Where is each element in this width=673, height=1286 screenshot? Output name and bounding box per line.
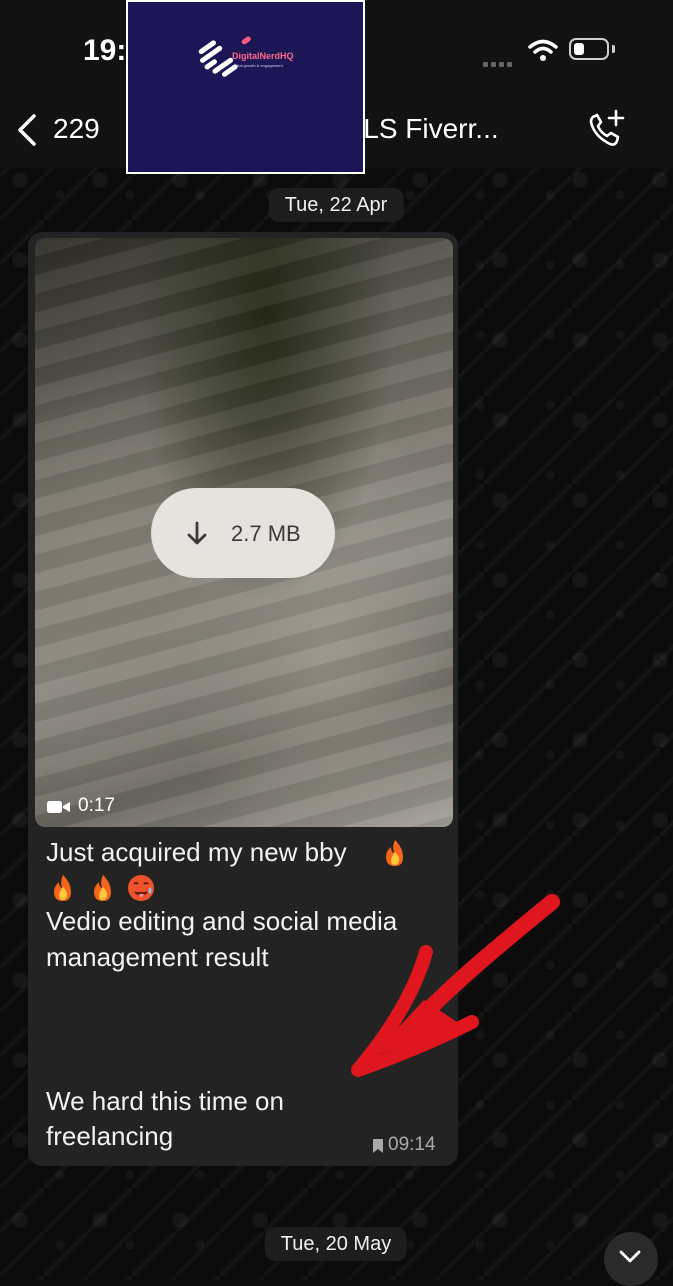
download-arrow-icon — [187, 521, 207, 545]
status-time: 19: — [83, 34, 127, 67]
date-separator: Tue, 22 Apr — [268, 188, 404, 222]
video-file-size: 2.7 MB — [231, 521, 301, 546]
fire-emoji-icon — [54, 875, 71, 901]
cellular-signal-icon — [483, 54, 517, 67]
wifi-icon — [528, 39, 558, 61]
back-chevron-icon[interactable] — [14, 113, 40, 147]
battery-tip — [612, 45, 615, 53]
date-separator: Tue, 20 May — [264, 1227, 408, 1261]
battery-icon — [569, 38, 609, 60]
chevron-down-icon — [619, 1250, 641, 1263]
video-camera-icon — [47, 801, 70, 813]
message-text-line: management result — [46, 942, 269, 972]
message-text-line: We hard this time on — [46, 1086, 284, 1116]
overlay-logo-panel — [126, 0, 365, 174]
message-text-line: freelancing — [46, 1121, 174, 1151]
add-call-icon[interactable] — [586, 108, 628, 150]
video-duration: 0:17 — [78, 795, 115, 816]
fire-emoji-icon — [386, 840, 403, 866]
brand-tagline: digital growth & engagement — [232, 63, 283, 68]
hot-face-emoji-icon — [128, 875, 154, 901]
bookmark-icon — [373, 1139, 383, 1153]
message-timestamp: 09:14 — [388, 1134, 436, 1155]
annotation-arrow-icon — [351, 894, 560, 1077]
fire-emoji-icon — [94, 875, 111, 901]
message-text-line: Just acquired my new bby — [46, 837, 347, 867]
brand-name: DigitalNerdHQ — [232, 51, 294, 61]
back-unread-count[interactable]: 229 — [53, 113, 100, 145]
